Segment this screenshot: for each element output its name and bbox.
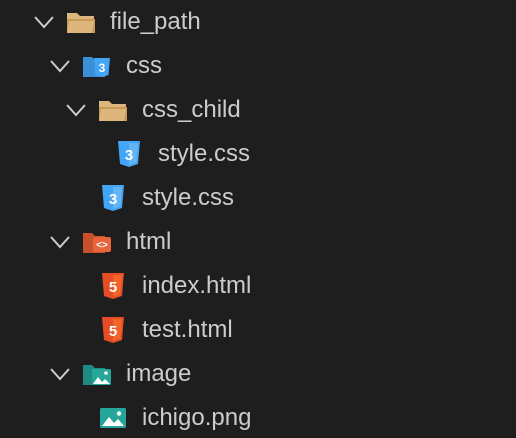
tree-item-label: html	[126, 228, 172, 255]
tree-item-label: test.html	[142, 316, 233, 343]
tree-item-test-html[interactable]: 5 test.html	[0, 308, 516, 352]
chevron-down-icon[interactable]	[48, 54, 72, 78]
folder-open-icon	[67, 13, 95, 33]
tree-item-label: style.css	[142, 184, 235, 211]
tree-item-style-css-child[interactable]: 3 style.css	[0, 132, 516, 176]
tree-item-image-folder[interactable]: image	[0, 352, 516, 396]
svg-text:5: 5	[109, 323, 117, 340]
svg-text:5: 5	[109, 279, 117, 296]
file-explorer-tree: file_path 3 css css_child 3 style.css 3 …	[0, 0, 516, 438]
folder-open-icon	[99, 101, 127, 121]
html5-file-icon: 5	[102, 273, 124, 299]
html5-file-icon: 5	[102, 317, 124, 343]
svg-text:<>: <>	[96, 240, 108, 251]
chevron-down-icon[interactable]	[48, 362, 72, 386]
image-folder-icon	[83, 365, 111, 385]
image-file-icon	[100, 408, 126, 428]
svg-text:3: 3	[99, 61, 106, 75]
svg-text:3: 3	[109, 191, 117, 208]
tree-item-ichigo-png[interactable]: ichigo.png	[0, 396, 516, 438]
css3-file-icon: 3	[118, 141, 140, 167]
css3-file-icon: 3	[102, 185, 124, 211]
tree-item-file-path[interactable]: file_path	[0, 0, 516, 44]
chevron-down-icon[interactable]	[32, 10, 56, 34]
chevron-down-icon[interactable]	[48, 230, 72, 254]
tree-item-html-folder[interactable]: <> html	[0, 220, 516, 264]
css-folder-icon: 3	[83, 57, 110, 77]
tree-item-label: css	[126, 52, 162, 79]
tree-item-css-child-folder[interactable]: css_child	[0, 88, 516, 132]
tree-item-label: index.html	[142, 272, 252, 299]
html-folder-icon: <>	[83, 233, 111, 253]
tree-item-label: image	[126, 360, 192, 387]
tree-item-label: css_child	[142, 96, 241, 123]
tree-item-style-css[interactable]: 3 style.css	[0, 176, 516, 220]
tree-item-label: file_path	[110, 8, 201, 35]
chevron-down-icon[interactable]	[64, 98, 88, 122]
tree-item-css-folder[interactable]: 3 css	[0, 44, 516, 88]
tree-item-index-html[interactable]: 5 index.html	[0, 264, 516, 308]
tree-item-label: style.css	[158, 140, 251, 167]
svg-text:3: 3	[125, 147, 133, 164]
tree-item-label: ichigo.png	[142, 404, 252, 431]
